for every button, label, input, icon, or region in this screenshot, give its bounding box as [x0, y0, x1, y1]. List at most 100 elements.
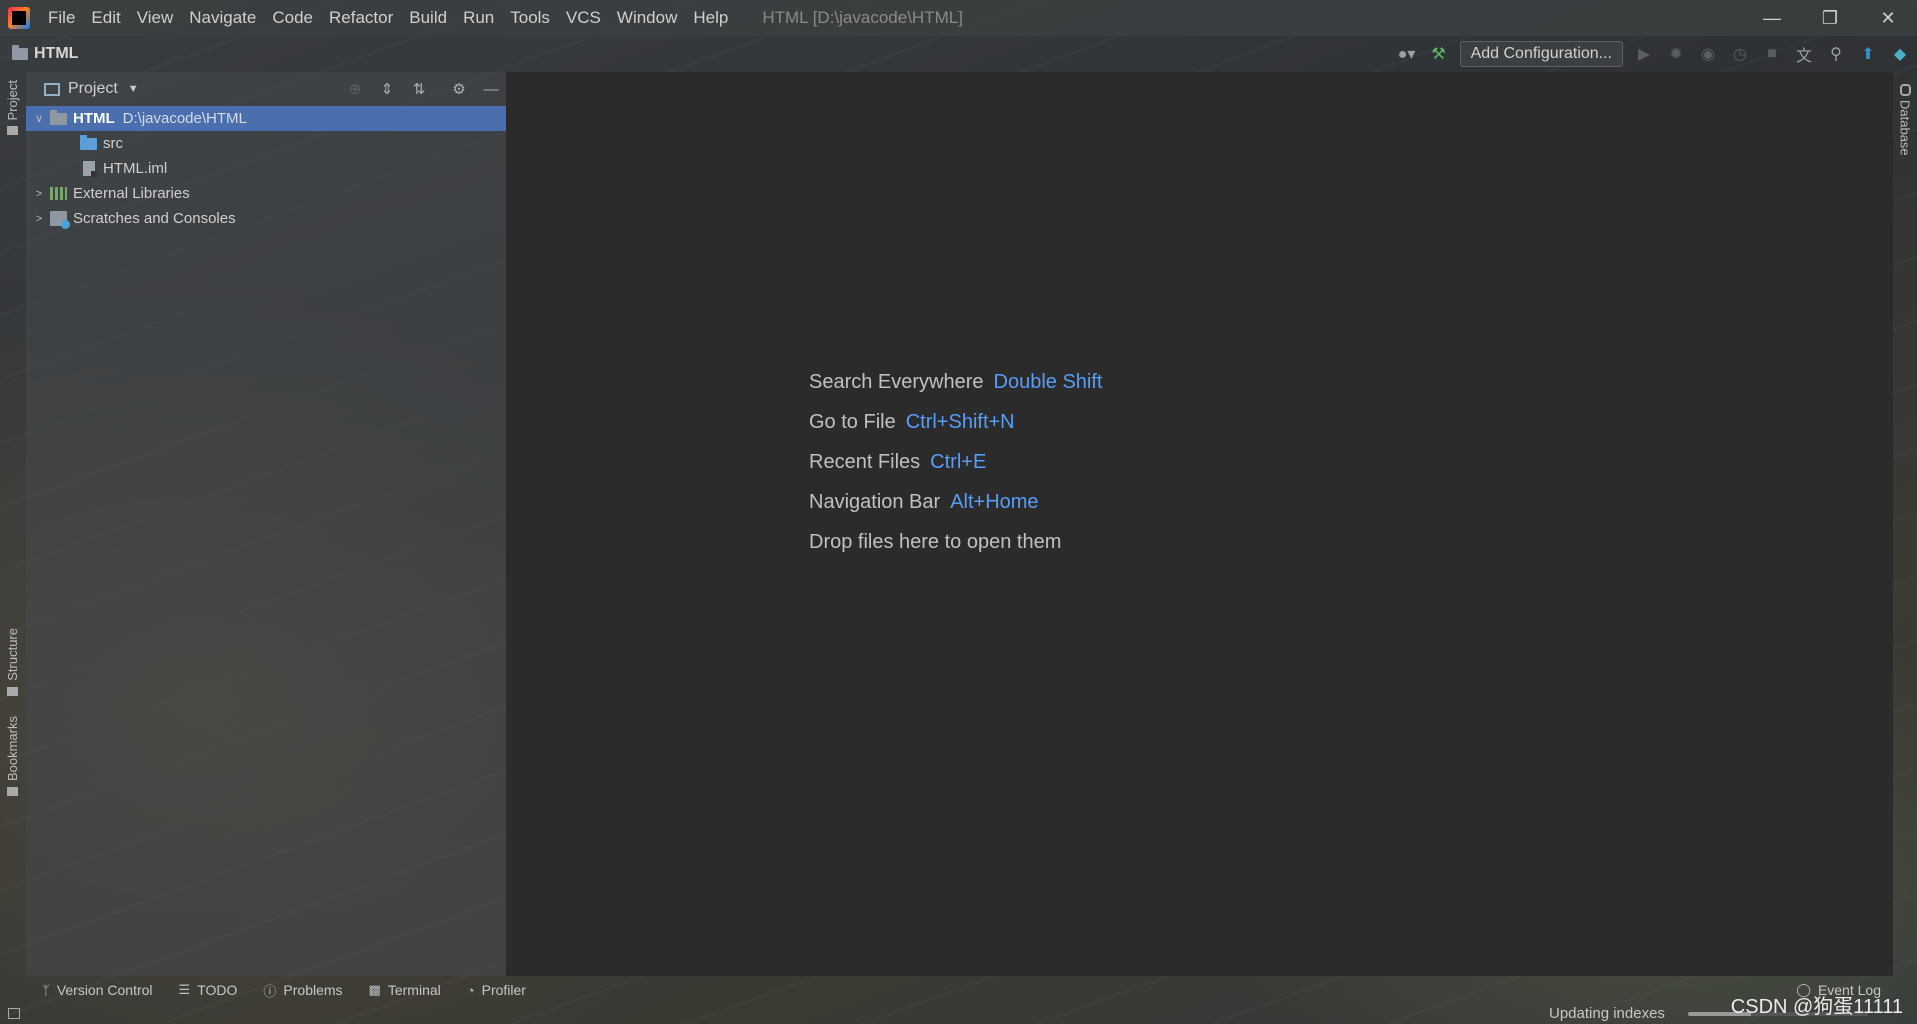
left-tool-stripe: Project Structure Bookmarks [0, 72, 24, 976]
tree-item-scratches[interactable]: > Scratches and Consoles [26, 206, 506, 231]
empty-editor-hints: Search Everywhere Double Shift Go to Fil… [809, 362, 1103, 562]
branch-icon: ᛉ [42, 982, 50, 998]
tree-item-label: HTML.iml [103, 160, 168, 177]
chevron-down-icon[interactable]: ▼ [128, 83, 139, 95]
tree-item-label: HTML [73, 110, 115, 127]
folder-icon [12, 45, 28, 60]
status-updating-text: Updating indexes [1549, 1005, 1665, 1022]
project-panel-header: Project ▼ ⊕ ⇕ ⇅ ⚙ — [26, 72, 506, 106]
project-panel-tools: ⊕ ⇕ ⇅ ⚙ — [346, 72, 500, 106]
breadcrumb-project[interactable]: HTML [34, 45, 78, 63]
expand-all-icon[interactable]: ⇕ [378, 80, 396, 98]
tool-todo[interactable]: ☰ TODO [179, 982, 238, 998]
menu-navigate[interactable]: Navigate [181, 8, 264, 28]
hint-navigation-bar: Navigation Bar Alt+Home [809, 482, 1103, 522]
menu-window[interactable]: Window [609, 8, 685, 28]
bottom-tool-bar: ᛉ Version Control ☰ TODO ⓘ Problems ▩ Te… [0, 976, 1917, 1004]
tool-label: TODO [197, 982, 238, 998]
hint-label: Navigation Bar [809, 490, 941, 513]
coverage-icon[interactable]: ◉ [1697, 43, 1719, 65]
search-icon[interactable]: ⚲ [1825, 43, 1847, 65]
run-icon[interactable]: ▶ [1633, 43, 1655, 65]
menu-code[interactable]: Code [264, 8, 321, 28]
hint-recent-files: Recent Files Ctrl+E [809, 442, 1103, 482]
tool-label: Terminal [387, 982, 441, 998]
tree-item-project-root[interactable]: ∨ HTML D:\javacode\HTML [26, 106, 506, 131]
hint-label: Drop files here to open them [809, 530, 1062, 553]
tool-windows-toggle-icon[interactable] [8, 1008, 20, 1019]
tool-terminal[interactable]: ▩ Terminal [369, 982, 441, 998]
menu-edit[interactable]: Edit [83, 8, 128, 28]
add-configuration-button[interactable]: Add Configuration... [1459, 41, 1623, 67]
tool-problems[interactable]: ⓘ Problems [263, 981, 342, 1000]
menu-run[interactable]: Run [455, 8, 502, 28]
database-icon [1899, 84, 1911, 96]
tab-project[interactable]: Project [0, 80, 24, 136]
build-hammer-icon[interactable]: ⚒ [1428, 43, 1450, 65]
library-icon [50, 187, 67, 200]
watermark: CSDN @狗蛋11111 [1730, 996, 1903, 1018]
gear-icon[interactable]: ⚙ [450, 80, 468, 98]
chevron-right-icon[interactable]: > [32, 213, 46, 225]
profile-icon[interactable]: ◷ [1729, 43, 1751, 65]
plugin-icon[interactable]: ◆ [1889, 43, 1911, 65]
tab-database-label: Database [1897, 100, 1913, 156]
tab-structure-label: Structure [4, 628, 20, 681]
menu-help[interactable]: Help [685, 8, 736, 28]
tree-item-external-libraries[interactable]: > External Libraries [26, 181, 506, 206]
breadcrumb[interactable]: HTML [12, 45, 78, 63]
hint-shortcut: Ctrl+E [930, 450, 987, 473]
chevron-right-icon[interactable]: > [32, 188, 46, 200]
menu-view[interactable]: View [129, 8, 182, 28]
tab-bookmarks[interactable]: Bookmarks [0, 716, 24, 797]
debug-icon[interactable]: ✹ [1665, 43, 1687, 65]
update-icon[interactable]: ⬆ [1857, 43, 1879, 65]
status-bar: Updating indexes [0, 1004, 1917, 1024]
hint-go-to-file: Go to File Ctrl+Shift+N [809, 402, 1103, 442]
tree-item-label: External Libraries [73, 185, 190, 202]
iml-file-icon [83, 161, 97, 177]
tool-label: Problems [283, 982, 343, 998]
hint-label: Recent Files [809, 450, 921, 473]
terminal-icon: ▩ [368, 982, 381, 997]
hide-panel-icon[interactable]: — [482, 80, 500, 98]
window-title: HTML [D:\javacode\HTML] [762, 8, 963, 27]
tool-version-control[interactable]: ᛉ Version Control [42, 982, 153, 998]
tree-item-path: D:\javacode\HTML [122, 110, 247, 127]
scratches-icon [50, 211, 70, 229]
profiler-icon: ◔ [466, 982, 475, 998]
menu-vcs[interactable]: VCS [558, 8, 609, 28]
translate-icon[interactable]: 文 [1793, 43, 1815, 65]
tool-label: Profiler [481, 982, 526, 998]
stop-icon[interactable]: ■ [1761, 43, 1783, 65]
structure-tab-icon [6, 686, 18, 696]
tab-structure[interactable]: Structure [0, 628, 24, 696]
chevron-down-icon[interactable]: ∨ [32, 112, 46, 125]
hint-label: Go to File [809, 410, 896, 433]
minimize-icon[interactable]: — [1743, 0, 1801, 36]
menu-tools[interactable]: Tools [502, 8, 558, 28]
locate-file-icon[interactable]: ⊕ [346, 80, 364, 98]
menu-build[interactable]: Build [401, 8, 455, 28]
module-folder-icon [50, 109, 67, 125]
menu-refactor[interactable]: Refactor [321, 8, 401, 28]
editor-area[interactable]: Search Everywhere Double Shift Go to Fil… [507, 72, 1893, 976]
tab-bookmarks-label: Bookmarks [4, 716, 20, 782]
menu-file[interactable]: File [40, 8, 83, 28]
tab-database[interactable]: Database [1893, 84, 1917, 156]
project-tab-icon [6, 126, 18, 136]
window-controls: — ❐ ✕ [1743, 0, 1917, 36]
project-panel-title[interactable]: Project [68, 80, 118, 98]
tree-item-src[interactable]: src [26, 131, 506, 156]
tree-item-iml[interactable]: HTML.iml [26, 156, 506, 181]
list-icon: ☰ [178, 982, 191, 997]
collapse-all-icon[interactable]: ⇅ [410, 80, 428, 98]
info-icon: ⓘ [263, 983, 277, 999]
hint-search-everywhere: Search Everywhere Double Shift [809, 362, 1103, 402]
user-icon[interactable]: ●▾ [1396, 43, 1418, 65]
restore-icon[interactable]: ❐ [1801, 0, 1859, 36]
tool-profiler[interactable]: ◔ Profiler [467, 982, 526, 998]
intellij-logo-icon [8, 7, 30, 29]
toolbar-actions: ●▾ ⚒ Add Configuration... ▶ ✹ ◉ ◷ ■ 文 ⚲ … [1396, 36, 1911, 72]
close-icon[interactable]: ✕ [1859, 0, 1917, 36]
